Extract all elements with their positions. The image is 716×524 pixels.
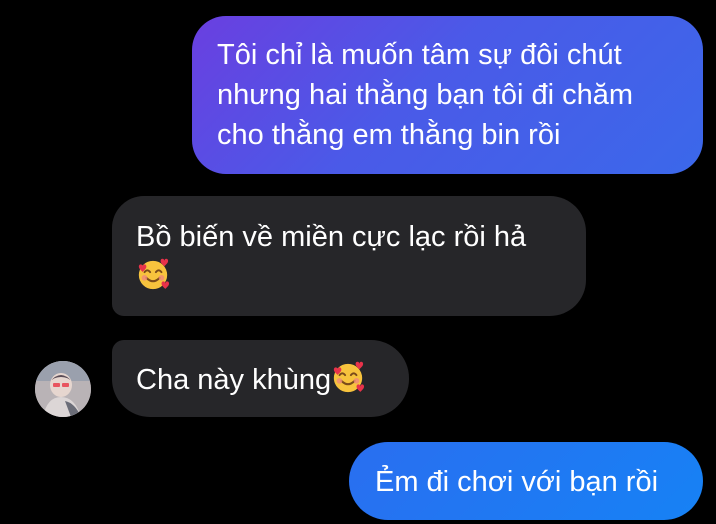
outgoing-message-bubble[interactable]: Tôi chỉ là muốn tâm sự đôi chút nhưng ha… [192, 16, 703, 174]
message-text: Ẻm đi chơi với bạn rồi [375, 466, 659, 498]
message-text-line: cho thằng em thằng bin rồi [217, 119, 561, 151]
message-text: Cha này khùng [136, 364, 332, 396]
smiling-face-with-hearts-icon [333, 361, 365, 393]
outgoing-message-bubble[interactable]: Ẻm đi chơi với bạn rồi [349, 442, 703, 520]
message-text-line: Bồ biến về miền cực lạc rồi hả [136, 221, 527, 253]
message-emoji-line [136, 257, 562, 297]
smiling-face-with-hearts-icon [138, 258, 170, 290]
chat-thread: Tôi chỉ là muốn tâm sự đôi chút nhưng ha… [0, 0, 716, 524]
incoming-message-bubble[interactable]: Cha này khùng [112, 340, 409, 417]
incoming-message-bubble[interactable]: Bồ biến về miền cực lạc rồi hả [112, 196, 586, 316]
contact-avatar[interactable] [35, 361, 91, 417]
message-text-line: Tôi chỉ là muốn tâm sự đôi chút [217, 39, 622, 71]
user-avatar-photo-icon [35, 361, 91, 417]
message-text-line: nhưng hai thằng bạn tôi đi chăm [217, 79, 634, 111]
